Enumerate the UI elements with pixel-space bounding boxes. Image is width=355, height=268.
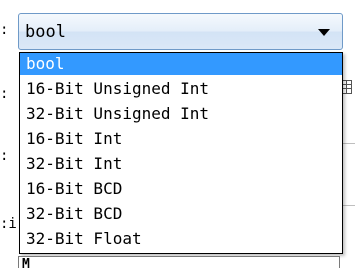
form-label-fragment: :i [0,216,17,232]
field-border-fragment [343,205,355,206]
data-type-dropdown-list[interactable]: bool 16-Bit Unsigned Int 32-Bit Unsigned… [19,52,343,254]
dropdown-option-16bit-unsigned-int[interactable]: 16-Bit Unsigned Int [20,78,342,100]
dropdown-option-16bit-int[interactable]: 16-Bit Int [20,128,342,150]
chevron-down-icon[interactable] [318,29,330,36]
combobox-selected-value: bool [25,22,66,42]
dropdown-option-32bit-bcd[interactable]: 32-Bit BCD [20,203,342,225]
data-type-combobox[interactable]: bool [18,13,343,50]
form-label-fragment: : [0,86,9,102]
background-field-text: M̲ [22,257,38,268]
field-border-fragment [343,143,355,144]
grid-icon[interactable] [342,80,352,94]
dropdown-option-bool[interactable]: bool [20,53,342,75]
dropdown-option-32bit-int[interactable]: 32-Bit Int [20,153,342,175]
dialog-background: : : : :i bool bool 16-Bit Unsigned Int 3… [0,0,355,268]
dropdown-option-32bit-float[interactable]: 32-Bit Float [20,228,342,250]
dropdown-option-32bit-unsigned-int[interactable]: 32-Bit Unsigned Int [20,103,342,125]
form-label-fragment: : [0,22,9,38]
background-input-field[interactable]: M̲ [18,256,340,268]
dropdown-option-16bit-bcd[interactable]: 16-Bit BCD [20,178,342,200]
form-label-fragment: : [0,148,9,164]
